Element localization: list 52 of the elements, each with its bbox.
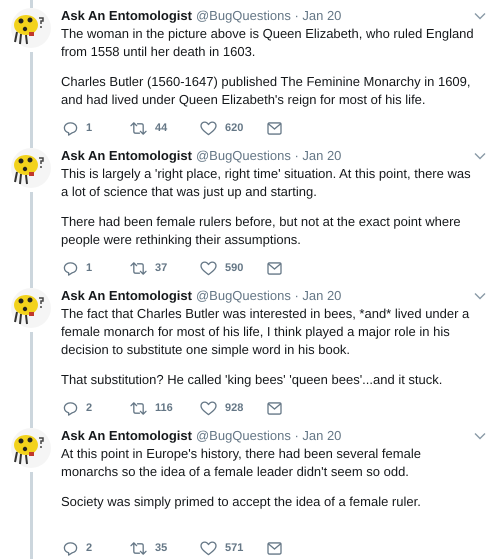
tweet-text: The fact that Charles Butler was interested in bees, *and* lived under a female monarch for most of his life, I think played a major role in his decision to substitute one simple word in his book. — [61, 305, 470, 359]
avatar-icon[interactable] — [11, 148, 51, 188]
like-count: 928 — [225, 400, 244, 416]
reply-count: 2 — [86, 540, 92, 556]
retweet-icon[interactable] — [130, 400, 147, 416]
reply-count: 1 — [86, 260, 92, 276]
chevron-down-icon[interactable] — [474, 12, 486, 20]
retweet-count: 116 — [155, 400, 173, 416]
handle-and-date: @BugQuestions · Jan 20 — [196, 7, 342, 26]
mail-icon[interactable] — [267, 542, 282, 554]
tweet-text: Charles Butler (1560-1647) published The Feminine Monarchy in 1609, and had lived under Queen Elizabeth's reign for most of his life. — [61, 73, 472, 109]
tweet-text: This is largely a 'right place, right time' situation. At this point, there was a lot of science that was just up and starting. — [61, 165, 472, 201]
handle-and-date: @BugQuestions · Jan 20 — [196, 287, 342, 306]
heart-icon[interactable] — [200, 260, 217, 276]
retweet-icon[interactable] — [130, 540, 147, 556]
retweet-count: 37 — [155, 260, 168, 276]
reply-icon[interactable] — [63, 400, 78, 416]
reply-icon[interactable] — [63, 540, 78, 556]
avatar-icon[interactable] — [11, 8, 51, 48]
chevron-down-icon[interactable] — [474, 152, 486, 160]
heart-icon[interactable] — [200, 540, 217, 556]
tweet-text: There had been female rulers before, but not at the exact point where people were rethinking their assumptions. — [61, 213, 462, 249]
tweet-text: Society was simply primed to accept the idea of a female ruler. — [61, 493, 422, 511]
author-name[interactable]: Ask An Entomologist — [61, 286, 192, 306]
tweet-text: At this point in Europe's history, there had been several female monarchs so the idea of a female leader didn't seem so odd. — [61, 445, 422, 481]
like-count: 620 — [225, 120, 244, 136]
handle-and-date: @BugQuestions · Jan 20 — [196, 427, 342, 446]
heart-icon[interactable] — [200, 400, 217, 416]
avatar-icon[interactable] — [11, 428, 51, 468]
handle-and-date: @BugQuestions · Jan 20 — [196, 147, 342, 166]
avatar-icon[interactable] — [11, 288, 51, 328]
chevron-down-icon[interactable] — [474, 432, 486, 440]
mail-icon[interactable] — [267, 122, 282, 134]
tweet-text: That substitution? He called 'king bees' 'queen bees'...and it stuck. — [61, 371, 444, 389]
heart-icon[interactable] — [200, 120, 217, 136]
reply-count: 1 — [86, 120, 92, 136]
retweet-icon[interactable] — [130, 260, 147, 276]
mail-icon[interactable] — [267, 262, 282, 274]
like-count: 590 — [225, 260, 244, 276]
tweet-text: The woman in the picture above is Queen Elizabeth, who ruled England from 1558 until her death in 1603. — [61, 25, 475, 61]
retweet-count: 35 — [155, 540, 168, 556]
reply-count: 2 — [86, 400, 92, 416]
mail-icon[interactable] — [267, 402, 282, 414]
author-name[interactable]: Ask An Entomologist — [61, 146, 192, 166]
author-name[interactable]: Ask An Entomologist — [61, 6, 192, 26]
author-name[interactable]: Ask An Entomologist — [61, 426, 192, 446]
like-count: 571 — [225, 540, 244, 556]
chevron-down-icon[interactable] — [474, 292, 486, 300]
retweet-icon[interactable] — [130, 120, 147, 136]
reply-icon[interactable] — [63, 120, 78, 136]
reply-icon[interactable] — [63, 260, 78, 276]
retweet-count: 44 — [155, 120, 168, 136]
